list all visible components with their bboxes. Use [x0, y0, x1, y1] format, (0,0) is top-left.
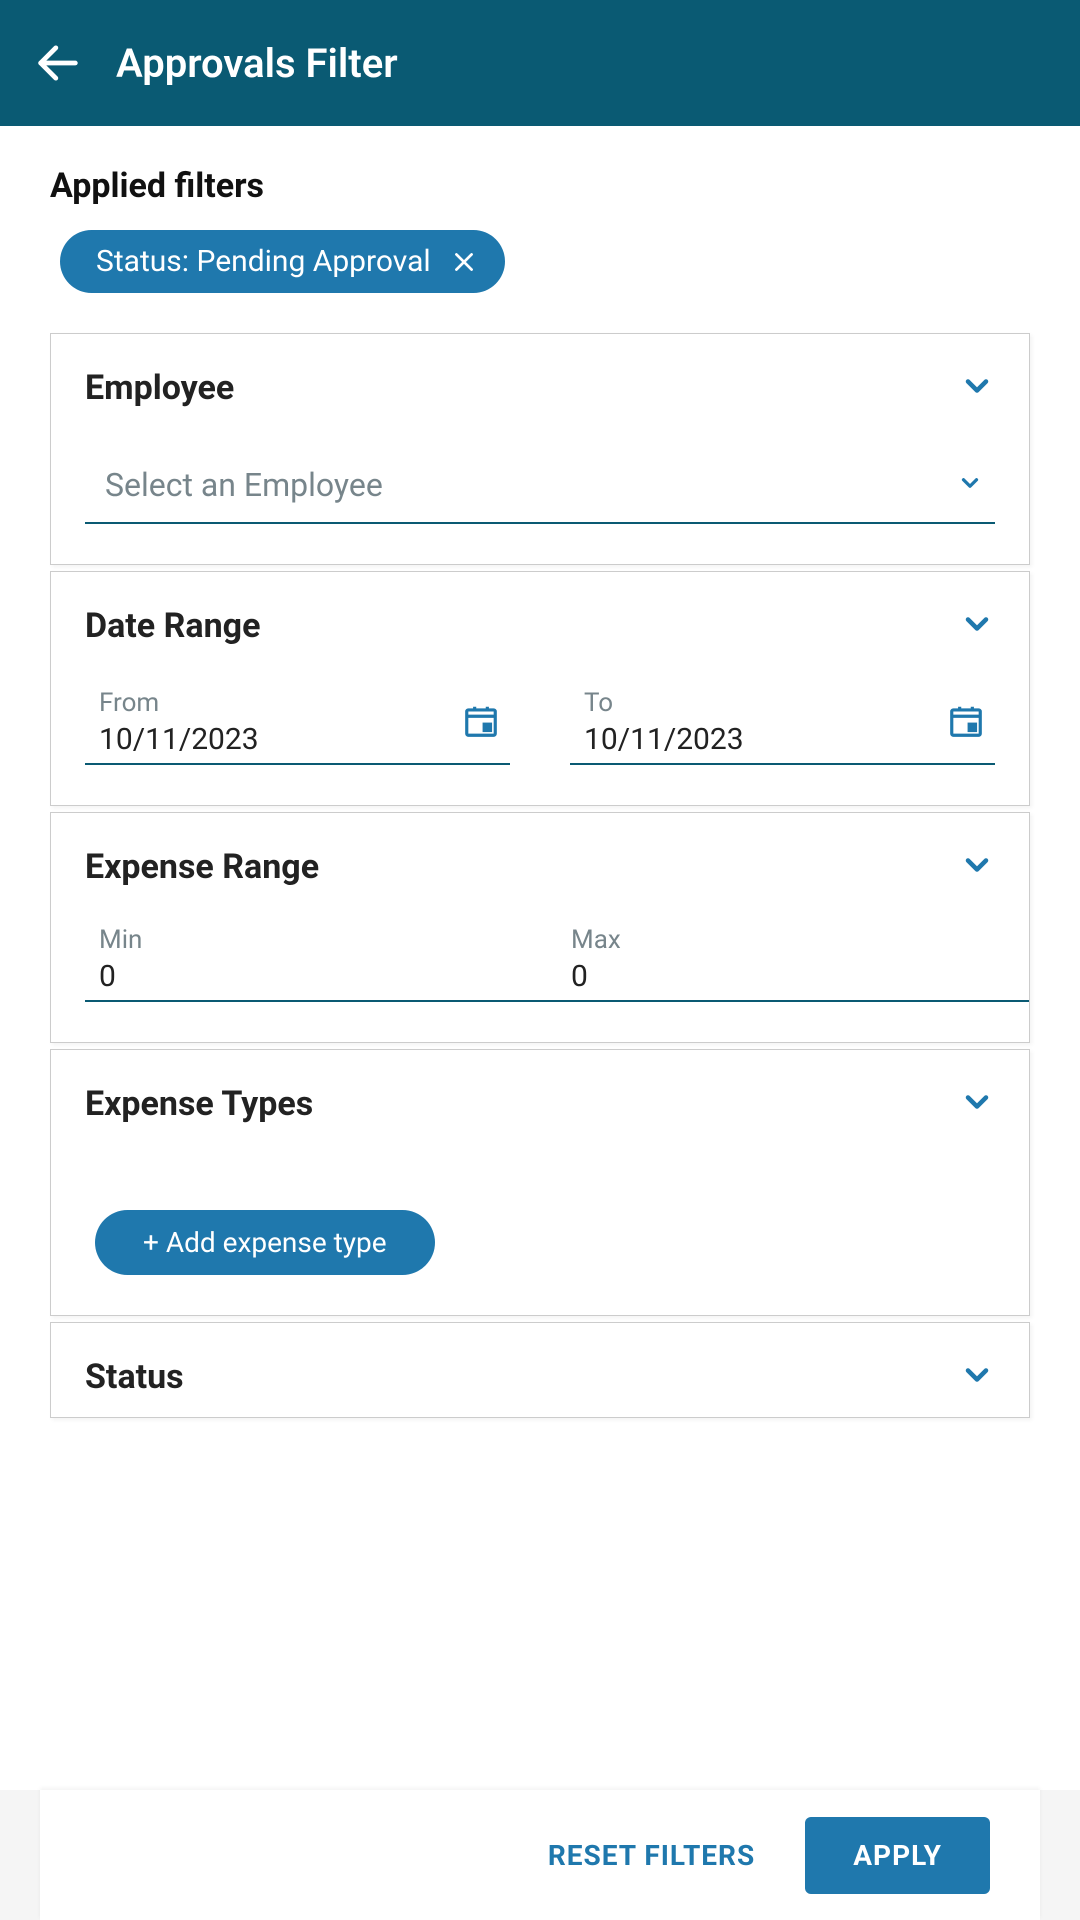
apply-button[interactable]: APPLY: [805, 1817, 990, 1894]
section-header-expense-types[interactable]: Expense Types: [85, 1084, 995, 1124]
section-title-status: Status: [85, 1357, 184, 1397]
date-to-field[interactable]: To 10/11/2023: [570, 684, 995, 765]
chevron-down-icon: [959, 847, 995, 887]
section-title-date-range: Date Range: [85, 606, 260, 646]
calendar-icon[interactable]: [947, 702, 985, 744]
section-header-date-range[interactable]: Date Range: [85, 606, 995, 646]
min-label: Min: [85, 925, 557, 955]
section-header-status[interactable]: Status: [85, 1357, 995, 1397]
page-title: Approvals Filter: [116, 40, 398, 87]
max-label: Max: [557, 925, 1029, 955]
calendar-icon[interactable]: [462, 702, 500, 744]
section-expense-types: Expense Types + Add expense type: [50, 1049, 1030, 1316]
section-expense-range: Expense Range Min 0 Max 0: [50, 812, 1030, 1043]
app-header: Approvals Filter: [0, 0, 1080, 126]
chevron-down-icon: [957, 470, 983, 500]
employee-select-placeholder: Select an Employee: [105, 466, 383, 504]
back-arrow-icon[interactable]: [30, 35, 86, 91]
date-to-value: 10/11/2023: [570, 722, 995, 757]
employee-select[interactable]: Select an Employee: [85, 446, 995, 524]
section-status: Status: [50, 1322, 1030, 1418]
filter-chip-status[interactable]: Status: Pending Approval: [60, 230, 505, 293]
chevron-down-icon: [959, 1084, 995, 1124]
section-date-range: Date Range From 10/11/2023: [50, 571, 1030, 806]
date-from-field[interactable]: From 10/11/2023: [85, 684, 510, 765]
date-to-label: To: [570, 688, 995, 718]
section-header-employee[interactable]: Employee: [85, 368, 995, 408]
date-from-label: From: [85, 688, 510, 718]
max-field[interactable]: Max 0: [557, 925, 1029, 994]
close-icon[interactable]: [451, 249, 477, 275]
filter-chip-text: Status: Pending Approval: [96, 244, 431, 279]
section-title-expense-types: Expense Types: [85, 1084, 313, 1124]
section-header-expense-range[interactable]: Expense Range: [85, 847, 995, 887]
min-field[interactable]: Min 0: [85, 925, 557, 994]
section-title-expense-range: Expense Range: [85, 847, 319, 887]
reset-filters-button[interactable]: RESET FILTERS: [548, 1839, 755, 1872]
date-from-value: 10/11/2023: [85, 722, 510, 757]
min-value: 0: [85, 959, 557, 994]
add-expense-type-label: + Add expense type: [143, 1226, 387, 1259]
footer-actions: RESET FILTERS APPLY: [40, 1790, 1040, 1920]
chevron-down-icon: [959, 1357, 995, 1397]
add-expense-type-button[interactable]: + Add expense type: [95, 1210, 435, 1275]
max-value: 0: [557, 959, 1029, 994]
content-area: Applied filters Status: Pending Approval…: [0, 126, 1080, 1790]
section-employee: Employee Select an Employee: [50, 333, 1030, 565]
chevron-down-icon: [959, 606, 995, 646]
chevron-down-icon: [959, 368, 995, 408]
applied-filters-label: Applied filters: [50, 166, 1030, 206]
section-title-employee: Employee: [85, 368, 234, 408]
